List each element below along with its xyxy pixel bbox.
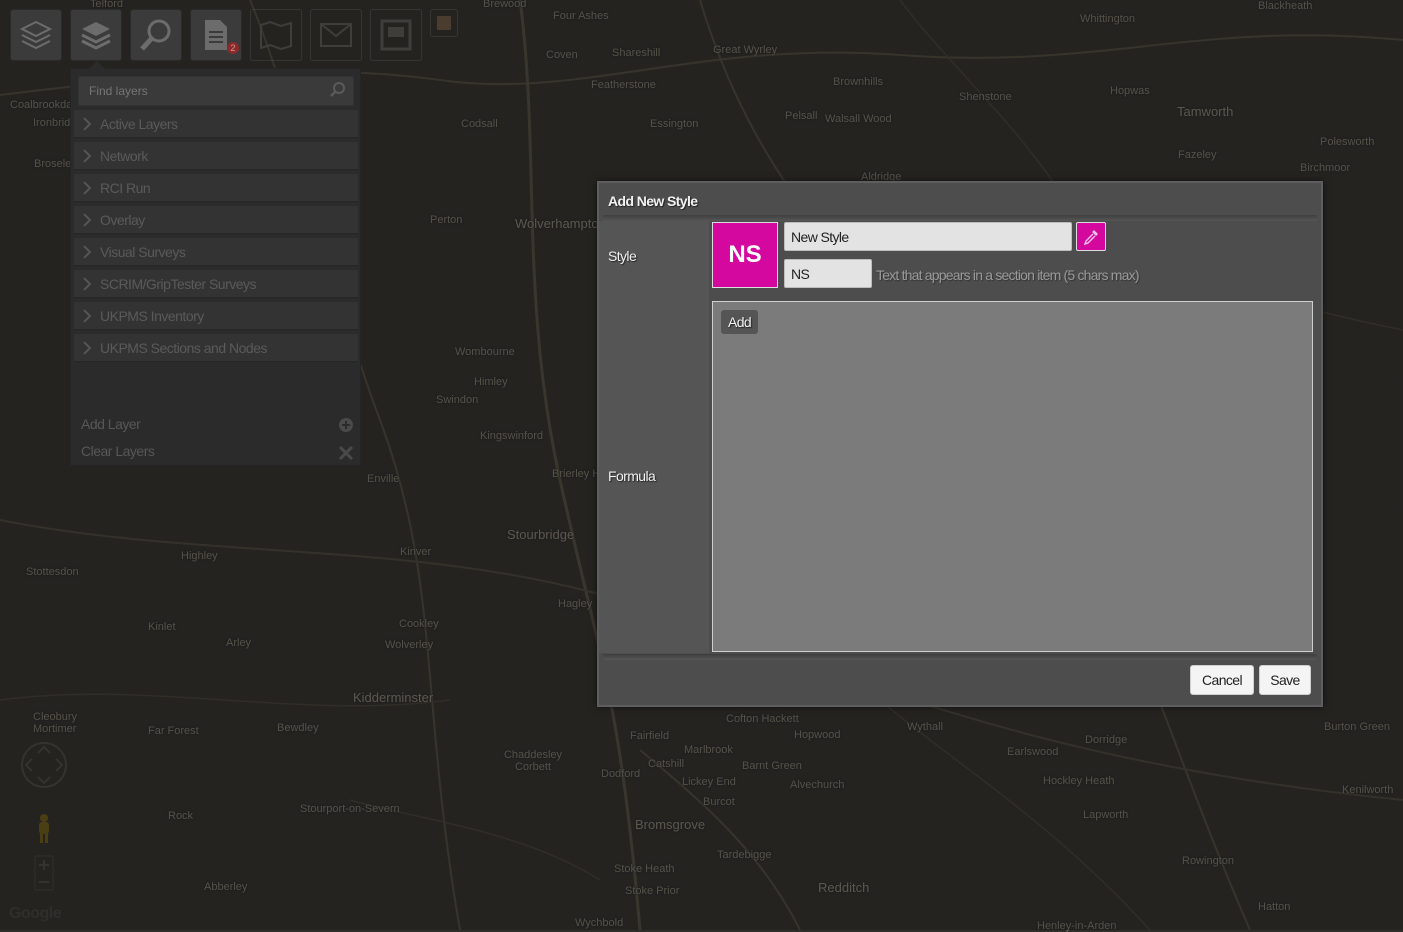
map-icon [260, 20, 292, 50]
layer-group-label: UKPMS Sections and Nodes [100, 340, 267, 356]
layers-button[interactable] [10, 9, 62, 61]
document-icon [205, 20, 227, 50]
layers-icon [19, 20, 53, 50]
layer-group-label: Visual Surveys [100, 244, 186, 260]
style-short-text-input[interactable] [784, 259, 872, 288]
dialog-title: Add New Style [608, 193, 698, 209]
title-divider [603, 215, 1317, 221]
footer-divider [603, 654, 1317, 660]
chevron-right-icon [83, 213, 92, 227]
formula-label: Formula [608, 468, 656, 484]
style-preview-text: NS [728, 241, 762, 268]
layer-group-ukpms-sections[interactable]: UKPMS Sections and Nodes [74, 334, 358, 362]
save-button[interactable]: Save [1259, 665, 1311, 695]
formula-editor[interactable]: Add [712, 301, 1313, 652]
layer-group-scrim-griptester[interactable]: SCRIM/GripTester Surveys [74, 270, 358, 298]
short-text-hint: Text that appears in a section item (5 c… [876, 267, 1140, 283]
layer-group-label: Active Layers [100, 116, 178, 132]
add-style-dialog: Add New Style Style Formula NS Text that… [597, 181, 1323, 707]
extra-icon [437, 16, 451, 30]
eyedropper-icon [1083, 229, 1098, 245]
search-button[interactable] [130, 9, 182, 61]
style-preview-swatch: NS [712, 222, 778, 288]
layer-group-label: Network [100, 148, 148, 164]
chevron-right-icon [83, 309, 92, 323]
active-layers-button[interactable] [70, 9, 122, 61]
mail-icon [320, 23, 352, 47]
layer-group-overlay[interactable]: Overlay [74, 206, 358, 234]
layer-group-active-layers[interactable]: Active Layers [74, 110, 358, 138]
notification-badge: 2 [227, 42, 239, 54]
panel-pointer [89, 61, 105, 69]
layer-search-input[interactable] [78, 76, 354, 106]
layer-group-label: RCI Run [100, 180, 151, 196]
chevron-right-icon [83, 117, 92, 131]
layer-group-ukpms-inventory[interactable]: UKPMS Inventory [74, 302, 358, 330]
layers-panel: Active Layers Network RCI Run Overlay Vi… [70, 61, 361, 466]
close-icon[interactable] [338, 445, 354, 461]
style-name-input[interactable] [784, 222, 1072, 251]
color-picker-button[interactable] [1076, 222, 1106, 251]
print-button[interactable] [370, 9, 422, 61]
extra-button[interactable] [430, 9, 458, 37]
add-layer-link[interactable]: Add Layer [81, 416, 141, 432]
clear-layers-link[interactable]: Clear Layers [81, 443, 155, 459]
chevron-right-icon [83, 149, 92, 163]
search-icon [140, 19, 171, 51]
layer-group-label: Overlay [100, 212, 145, 228]
map-button[interactable] [250, 9, 302, 61]
mail-button[interactable] [310, 9, 362, 61]
layer-group-rci-run[interactable]: RCI Run [74, 174, 358, 202]
search-icon[interactable] [330, 82, 346, 98]
chevron-right-icon [83, 341, 92, 355]
layer-group-label: UKPMS Inventory [100, 308, 204, 324]
layer-group-label: SCRIM/GripTester Surveys [100, 276, 257, 292]
cancel-button[interactable]: Cancel [1190, 665, 1254, 695]
print-icon [380, 19, 412, 51]
label-column [599, 221, 709, 653]
style-label: Style [608, 248, 637, 264]
chevron-right-icon [83, 277, 92, 291]
document-button[interactable]: 2 [190, 9, 242, 61]
layer-group-visual-surveys[interactable]: Visual Surveys [74, 238, 358, 266]
layer-group-network[interactable]: Network [74, 142, 358, 170]
chevron-right-icon [83, 181, 92, 195]
add-circle-icon[interactable] [338, 417, 354, 433]
add-formula-button[interactable]: Add [721, 310, 759, 334]
chevron-right-icon [83, 245, 92, 259]
active-layers-icon [81, 22, 111, 50]
